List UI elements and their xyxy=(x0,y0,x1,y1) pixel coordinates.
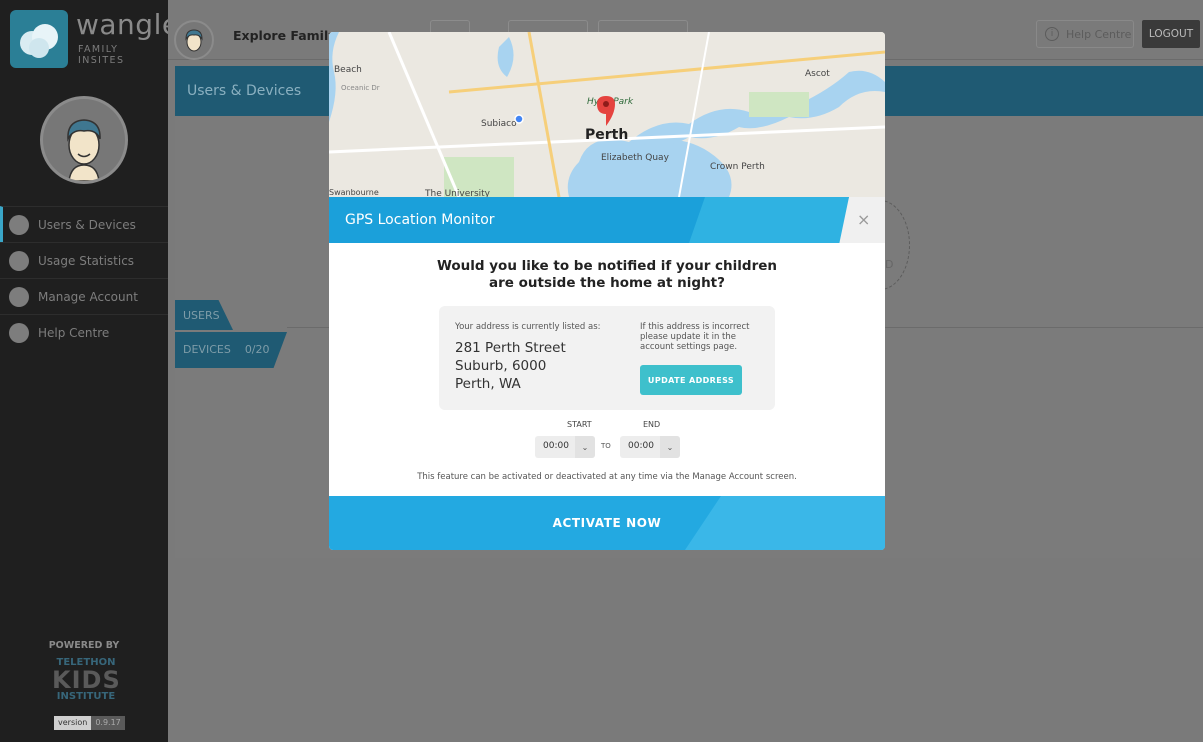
close-icon[interactable]: × xyxy=(857,210,870,229)
chevron-down-icon: ⌄ xyxy=(660,436,680,458)
explore-family-title[interactable]: Explore Family xyxy=(233,28,336,43)
info-icon: i xyxy=(1045,27,1059,41)
address-incorrect-note: If this address is incorrect please upda… xyxy=(640,322,750,352)
brand-subtitle: FAMILY INSITES xyxy=(78,44,125,66)
header-avatar[interactable] xyxy=(174,20,214,60)
section-title: Users & Devices xyxy=(187,83,302,99)
wangle-logo-icon xyxy=(10,10,68,68)
svg-text:Ascot: Ascot xyxy=(805,69,830,79)
logout-button[interactable]: LOGOUT xyxy=(1142,20,1200,48)
sidebar-item-label: Help Centre xyxy=(38,325,110,340)
gps-location-modal: Beach Oceanic Dr Subiaco Hyde Park Perth… xyxy=(329,32,885,550)
chevron-down-icon: ⌄ xyxy=(575,436,595,458)
user-avatar[interactable] xyxy=(40,96,128,184)
svg-text:Beach: Beach xyxy=(334,65,362,75)
devices-count: 0/20 xyxy=(244,343,270,356)
address-line: Perth, WA xyxy=(455,376,521,392)
end-label: END xyxy=(643,420,661,429)
address-line: Suburb, 6000 xyxy=(455,358,547,374)
address-line: 281 Perth Street xyxy=(455,340,566,356)
feature-note: This feature can be activated or deactiv… xyxy=(417,472,797,482)
svg-text:Elizabeth Quay: Elizabeth Quay xyxy=(601,153,670,163)
help-centre-button[interactable]: i Help Centre xyxy=(1036,20,1134,48)
modal-header: GPS Location Monitor × xyxy=(329,197,885,243)
sidebar-item-manage-account[interactable]: Manage Account xyxy=(0,278,168,314)
svg-text:The University: The University xyxy=(424,189,491,197)
sidebar-item-help-centre[interactable]: Help Centre xyxy=(0,314,168,350)
start-label: START xyxy=(567,420,592,429)
sidebar-nav: Users & Devices Usage Statistics Manage … xyxy=(0,206,168,350)
svg-text:Swanbourne: Swanbourne xyxy=(329,188,379,197)
start-time-select[interactable]: 00:00 ⌄ xyxy=(535,436,595,458)
address-label: Your address is currently listed as: xyxy=(455,322,601,332)
gauge-icon xyxy=(9,250,29,271)
telethon-kids-logo: TELETHON KIDS INSTITUTE xyxy=(52,657,121,702)
tab-devices[interactable]: DEVICES 0/20 xyxy=(175,332,287,368)
placeholder-letter: D xyxy=(885,258,894,271)
sidebar-item-usage-statistics[interactable]: Usage Statistics xyxy=(0,242,168,278)
sidebar-item-label: Usage Statistics xyxy=(38,253,135,268)
svg-text:Crown Perth: Crown Perth xyxy=(710,162,765,172)
wrench-icon xyxy=(9,286,29,307)
to-label: TO xyxy=(601,442,611,450)
user-icon xyxy=(9,214,29,235)
address-panel: Your address is currently listed as: 281… xyxy=(439,306,775,410)
info-icon xyxy=(9,322,29,343)
modal-title: GPS Location Monitor xyxy=(345,212,495,228)
version-badge: version 0.9.17 xyxy=(54,716,125,730)
sidebar: wangle FAMILY INSITES Users & Devices Us… xyxy=(0,0,179,742)
powered-by-label: POWERED BY xyxy=(48,640,120,651)
svg-text:Perth: Perth xyxy=(585,127,628,143)
notification-question: Would you like to be notified if your ch… xyxy=(436,258,778,291)
end-time-select[interactable]: 00:00 ⌄ xyxy=(620,436,680,458)
brand-title: wangle xyxy=(76,8,180,41)
sidebar-item-label: Manage Account xyxy=(38,289,138,304)
activate-now-button[interactable]: ACTIVATE NOW xyxy=(329,496,885,550)
svg-text:Oceanic Dr: Oceanic Dr xyxy=(341,84,380,92)
sidebar-item-label: Users & Devices xyxy=(38,217,136,232)
svg-text:Subiaco: Subiaco xyxy=(481,119,517,129)
location-map[interactable]: Beach Oceanic Dr Subiaco Hyde Park Perth… xyxy=(329,32,885,197)
sidebar-item-users-devices[interactable]: Users & Devices xyxy=(0,206,168,242)
update-address-button[interactable]: UPDATE ADDRESS xyxy=(640,365,742,395)
